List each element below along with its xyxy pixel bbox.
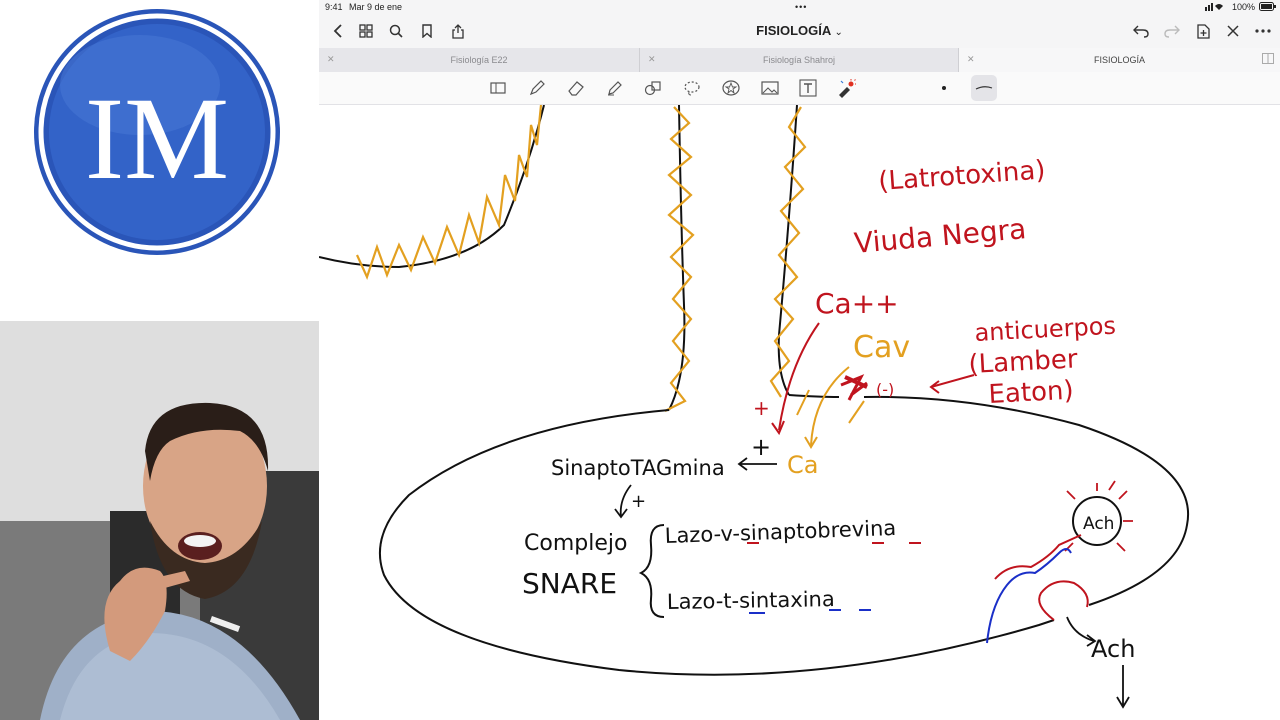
eraser-icon[interactable] — [565, 77, 587, 99]
label-lamber: (Lamber — [968, 344, 1079, 380]
tool-bar — [319, 72, 1280, 105]
image-icon[interactable] — [759, 77, 781, 99]
tab-fisiologia-shahroj[interactable]: ✕ Fisiología Shahroj — [640, 48, 959, 72]
battery-icon — [1259, 2, 1277, 13]
im-logo: IM — [0, 0, 320, 320]
more-icon[interactable] — [1252, 20, 1274, 42]
split-view-icon[interactable] — [1262, 53, 1274, 66]
add-page-icon[interactable] — [1192, 20, 1214, 42]
close-tab-icon[interactable]: ✕ — [648, 54, 656, 65]
dot-size-icon[interactable] — [933, 77, 955, 99]
label-ca-plus-red: Ca++ — [815, 287, 899, 320]
orange-wave-right — [769, 106, 807, 398]
sticker-icon[interactable] — [720, 77, 742, 99]
label-eaton: Eaton) — [988, 376, 1075, 410]
chevron-down-icon: ⌄ — [834, 27, 843, 38]
label-cav: Cav — [853, 330, 910, 365]
label-plus-arrow: + — [631, 491, 646, 512]
text-icon[interactable] — [797, 77, 819, 99]
label-lazo-v: Lazo-v-sinaptobrevina — [664, 516, 896, 548]
tab-bar: ✕ Fisiología E22 ✕ Fisiología Shahroj ✕ … — [319, 48, 1280, 73]
label-ach-vesicle: Ach — [1083, 514, 1114, 534]
goodnotes-app: 9:41 Mar 9 de ene ••• 100% FISIOLOGÍA ⌄ — [319, 0, 1280, 720]
label-viuda-negra: Viuda Negra — [853, 212, 1028, 260]
logo-letters: IM — [85, 73, 229, 204]
label-plus-left: + — [753, 396, 770, 420]
label-snare: SNARE — [522, 567, 617, 600]
orange-wave-left — [355, 104, 543, 281]
label-anticuerpos: anticuerpos — [974, 312, 1117, 347]
shapes-icon[interactable] — [642, 77, 664, 99]
line-style-icon[interactable] — [971, 75, 997, 101]
redo-icon[interactable] — [1161, 20, 1183, 42]
label-lazo-t: Lazo-t-sintaxina — [667, 587, 835, 614]
close-tab-icon[interactable]: ✕ — [967, 54, 975, 65]
lasso-icon[interactable] — [681, 77, 703, 99]
close-tab-icon[interactable]: ✕ — [327, 54, 335, 65]
close-icon[interactable] — [1222, 20, 1244, 42]
label-latrotoxina: (Latrotoxina) — [877, 155, 1046, 197]
battery-percent: 100% — [1232, 2, 1256, 12]
left-panel: IM — [0, 0, 320, 720]
highlighter-icon[interactable] — [604, 77, 626, 99]
wifi-icon — [1205, 2, 1231, 13]
status-time: 9:41 — [325, 2, 343, 12]
label-minus: (-) — [876, 380, 894, 399]
label-ach-released: Ach — [1091, 635, 1135, 663]
label-sinaptotagmina: SinaptoTAGmina — [551, 456, 725, 480]
pen-icon[interactable] — [526, 77, 548, 99]
layout-icon[interactable] — [487, 77, 509, 99]
nav-bar: FISIOLOGÍA ⌄ — [319, 14, 1280, 48]
webcam-feed — [0, 321, 320, 720]
laser-pointer-icon[interactable] — [835, 77, 857, 99]
multitask-dots[interactable]: ••• — [795, 2, 807, 12]
status-bar: 9:41 Mar 9 de ene ••• 100% — [319, 0, 1280, 14]
status-date: Mar 9 de ene — [349, 2, 403, 12]
tab-fisiologia[interactable]: ✕ FISIOLOGÍA — [959, 48, 1280, 72]
label-plus-mid: + — [751, 433, 771, 461]
tab-fisiologia-e22[interactable]: ✕ Fisiología E22 — [319, 48, 640, 72]
note-canvas[interactable]: (Latrotoxina) Viuda Negra Ca++ Cav antic… — [319, 104, 1280, 720]
undo-icon[interactable] — [1130, 20, 1152, 42]
label-complejo: Complejo — [524, 531, 627, 556]
label-ca-orange: Ca — [787, 451, 818, 479]
